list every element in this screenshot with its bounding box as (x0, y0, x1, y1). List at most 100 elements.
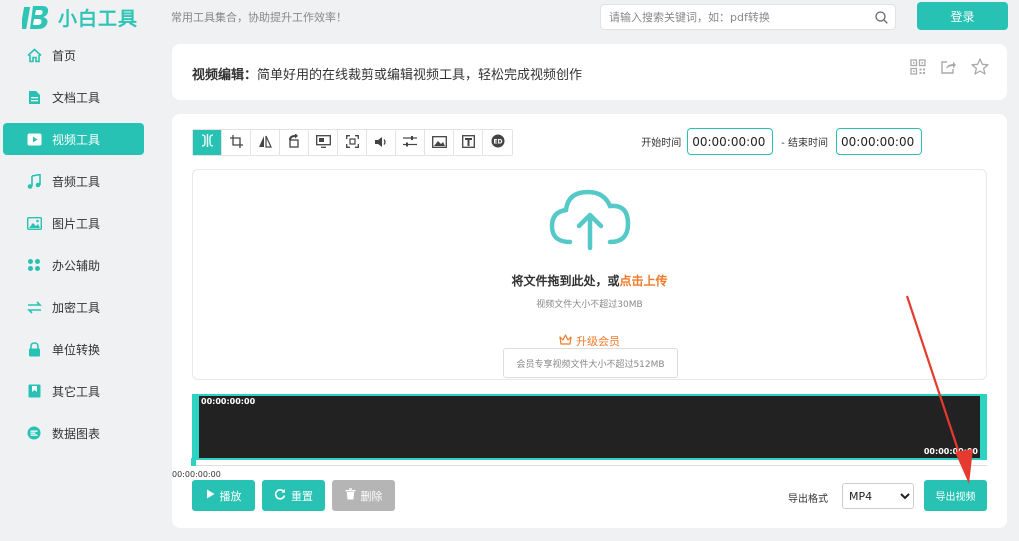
bookmark-icon (26, 383, 42, 399)
home-icon (26, 47, 42, 63)
sidebar-item-label: 其它工具 (52, 384, 101, 399)
export-format-select[interactable]: MP4 (842, 483, 914, 509)
login-button[interactable]: 登录 (917, 2, 1008, 30)
subtitle-icon: ED (491, 133, 505, 152)
svg-text:ED: ED (493, 139, 502, 146)
crown-icon (559, 334, 572, 348)
slogan: 常用工具集合，协助提升工作效率！ (171, 11, 347, 24)
delete-button[interactable]: 删除 (332, 480, 395, 511)
tool-description: 简单好用的在线裁剪或编辑视频工具，轻松完成视频创作 (257, 68, 583, 83)
header: 小白工具 常用工具集合，协助提升工作效率！ 登录 (0, 0, 1019, 34)
sidebar-item-other-tools[interactable]: 其它工具 (0, 370, 150, 412)
music-icon (26, 173, 42, 189)
star-icon[interactable] (970, 57, 989, 76)
drop-hint: 将文件拖到此处，或点击上传 (193, 272, 986, 289)
reset-button[interactable]: 重置 (262, 480, 325, 511)
text-icon (461, 133, 475, 152)
logo[interactable]: 小白工具 (20, 2, 138, 32)
sidebar-item-image-tools[interactable]: 图片工具 (0, 202, 150, 244)
rotate-icon (287, 133, 301, 152)
flip-icon (258, 133, 272, 152)
editor-card: ED 开始时间 - 结束时间 将文件拖到此处，或点击上传 视频文件大小不超过30… (172, 114, 1007, 528)
sidebar: 首页 文档工具 视频工具 音频工具 图片工具 办公辅助 加密工具 单位转换 其它… (0, 34, 150, 454)
text-tool[interactable] (454, 130, 483, 155)
flip-tool[interactable] (251, 130, 280, 155)
office-icon (26, 257, 42, 273)
subtitle-tool[interactable]: ED (483, 130, 512, 155)
trim-tool[interactable] (193, 130, 222, 155)
logo-icon (20, 2, 52, 32)
title-card: 视频编辑：简单好用的在线裁剪或编辑视频工具，轻松完成视频创作 (172, 44, 1007, 100)
search-icon[interactable] (867, 5, 895, 29)
sidebar-item-label: 数据图表 (52, 426, 101, 441)
adjust-tool[interactable] (396, 130, 425, 155)
screen-icon (315, 133, 331, 152)
volume-icon (374, 133, 388, 152)
sidebar-item-label: 首页 (52, 48, 77, 63)
drop-hint-text: 将文件拖到此处，或 (511, 274, 620, 288)
screen-tool[interactable] (309, 130, 338, 155)
sidebar-item-label: 办公辅助 (52, 258, 101, 273)
play-icon (206, 489, 215, 502)
title-actions (908, 57, 989, 76)
crop-tool[interactable] (222, 130, 251, 155)
export-video-button[interactable]: 导出视频 (924, 480, 987, 511)
start-time-input[interactable] (687, 128, 774, 155)
chart-icon (26, 425, 42, 441)
sidebar-item-label: 视频工具 (52, 132, 101, 147)
upgrade-vip-label: 升级会员 (576, 335, 620, 348)
transfer-icon (26, 299, 42, 315)
sidebar-item-office-assistant[interactable]: 办公辅助 (0, 244, 150, 286)
play-button[interactable]: 播放 (192, 480, 255, 511)
end-time-label: - 结束时间 (781, 134, 828, 149)
reset-label: 重置 (291, 489, 313, 503)
picture-icon (431, 133, 447, 152)
time-separator: - (781, 138, 785, 149)
picture-tool[interactable] (425, 130, 454, 155)
share-icon[interactable] (939, 57, 958, 76)
timeline-axis (192, 465, 987, 466)
sidebar-item-label: 音频工具 (52, 174, 101, 189)
sidebar-item-data-charts[interactable]: 数据图表 (0, 412, 150, 454)
start-time-label: 开始时间 (641, 138, 682, 149)
search-input[interactable] (601, 5, 867, 29)
sidebar-item-home[interactable]: 首页 (0, 34, 150, 76)
refresh-icon (274, 488, 286, 503)
sidebar-item-audio-tools[interactable]: 音频工具 (0, 160, 150, 202)
volume-tool[interactable] (367, 130, 396, 155)
end-time-input[interactable] (836, 128, 922, 155)
edit-toolbar: ED (192, 129, 513, 156)
qrcode-icon[interactable] (908, 57, 927, 76)
cloud-upload-icon (548, 186, 632, 256)
capture-icon (345, 133, 359, 152)
sidebar-item-encryption-tools[interactable]: 加密工具 (0, 286, 150, 328)
sidebar-item-document-tools[interactable]: 文档工具 (0, 76, 150, 118)
time-range: 开始时间 - 结束时间 (641, 128, 922, 155)
vip-size-note: 会员专享视频文件大小不超过512MB (503, 348, 678, 378)
image-icon (26, 215, 42, 231)
timeline-start-handle[interactable] (192, 394, 199, 460)
upgrade-vip-link[interactable]: 升级会员 (559, 333, 620, 349)
document-icon (26, 89, 42, 105)
playhead-time: 00:00:00:00 (172, 470, 221, 479)
playhead[interactable] (191, 458, 196, 466)
timeline-end-time: 00:00:00:00 (923, 447, 978, 456)
upload-dropzone[interactable]: 将文件拖到此处，或点击上传 视频文件大小不超过30MB 升级会员 会员专享视频文… (192, 169, 987, 380)
video-icon (26, 131, 42, 147)
trash-icon (345, 488, 356, 503)
timeline-start-time: 00:00:00:00 (201, 397, 256, 406)
capture-tool[interactable] (338, 130, 367, 155)
video-timeline[interactable]: 00:00:00:00 00:00:00:00 (192, 394, 987, 460)
timeline-end-handle[interactable] (980, 394, 987, 460)
page-title: 视频编辑：简单好用的在线裁剪或编辑视频工具，轻松完成视频创作 (192, 64, 582, 83)
sidebar-item-label: 加密工具 (52, 300, 101, 315)
rotate-tool[interactable] (280, 130, 309, 155)
sidebar-item-label: 图片工具 (52, 216, 101, 231)
end-time-label-text: 结束时间 (788, 138, 828, 149)
crop-icon (229, 133, 243, 152)
sidebar-item-unit-conversion[interactable]: 单位转换 (0, 328, 150, 370)
sidebar-item-video-tools[interactable]: 视频工具 (3, 123, 144, 155)
upload-link[interactable]: 点击上传 (620, 274, 668, 288)
search-box (600, 4, 896, 30)
trim-icon (201, 133, 214, 152)
